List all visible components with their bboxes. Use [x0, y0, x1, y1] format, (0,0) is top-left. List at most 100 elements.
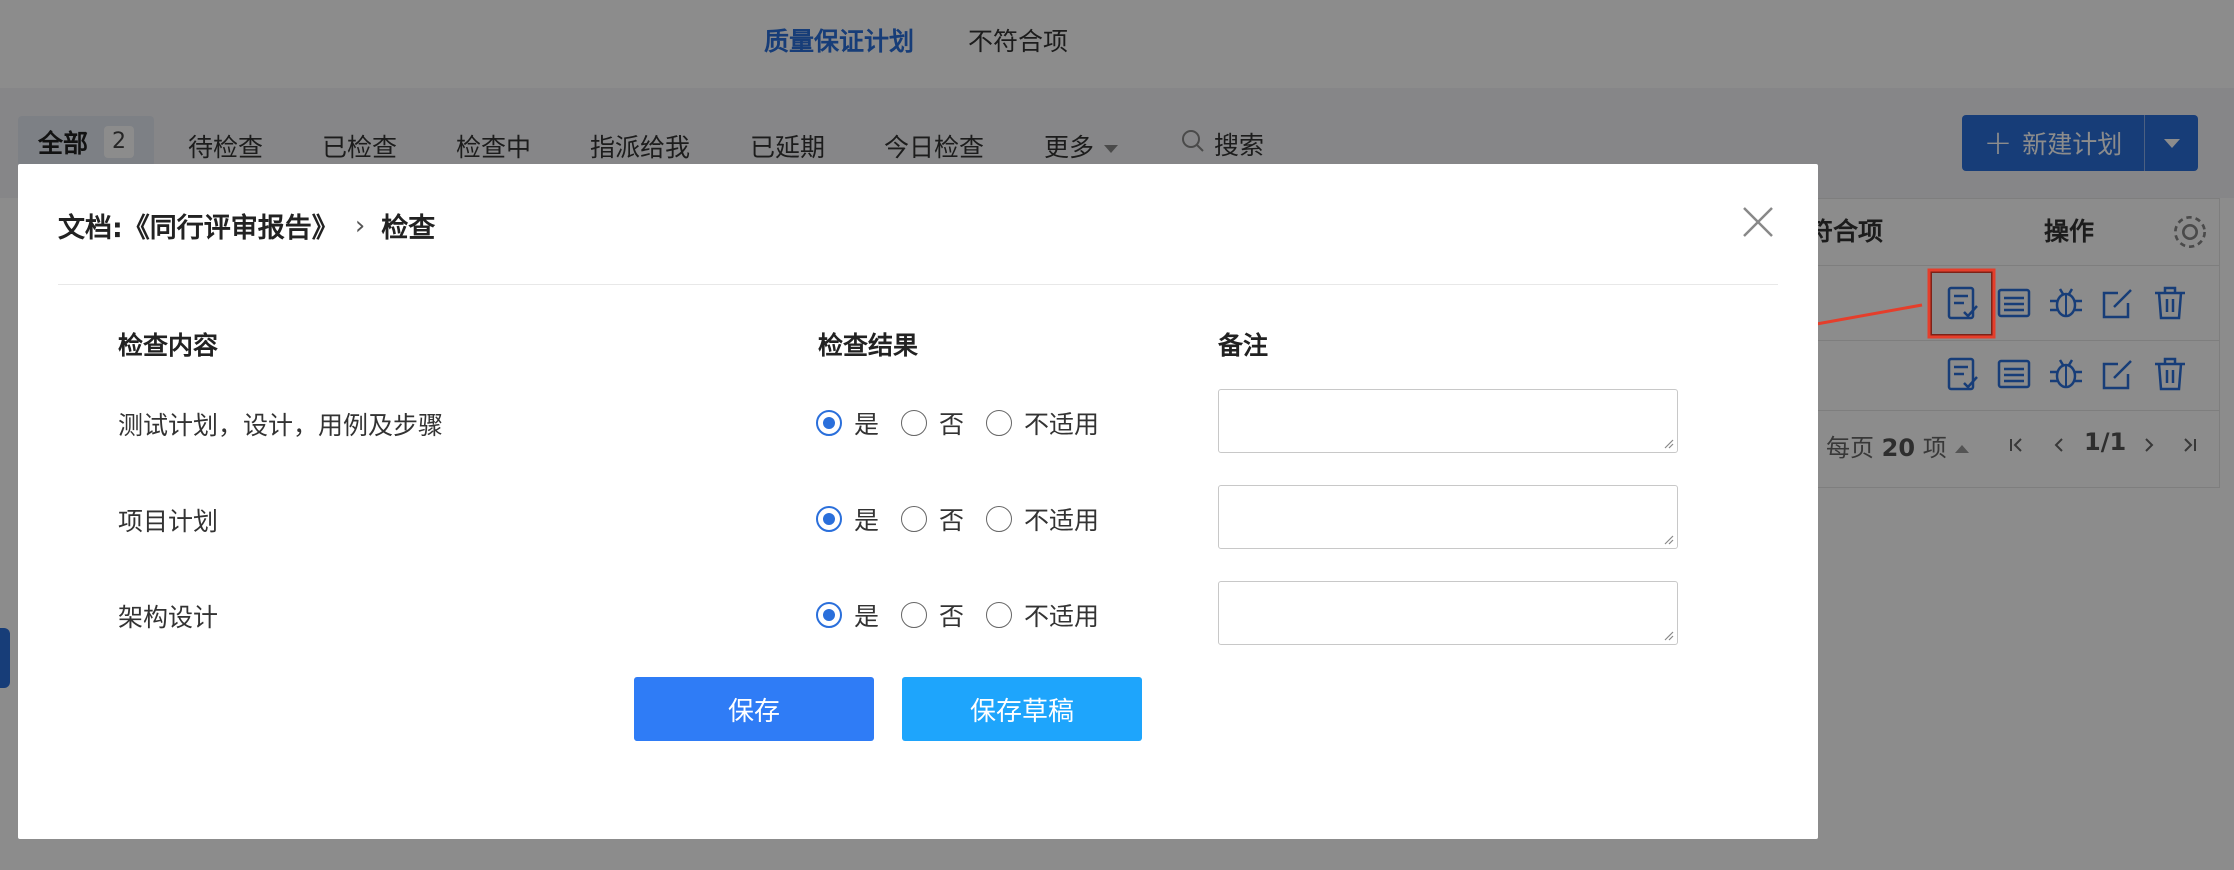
- page-size-selector[interactable]: 每页 20 项: [1826, 428, 1969, 463]
- radio-unchecked-icon: [986, 506, 1013, 532]
- save-draft-button[interactable]: 保存草稿: [902, 677, 1142, 741]
- search-label: 搜索: [1214, 131, 1265, 160]
- new-plan-button-group: + 新建计划: [1962, 115, 2198, 171]
- check-item-label: 测试计划，设计，用例及步骤: [118, 411, 444, 440]
- page-size-suffix: 项: [1922, 434, 1947, 462]
- radio-unchecked-icon: [986, 410, 1013, 436]
- radio-na[interactable]: 不适用: [986, 501, 1099, 537]
- radio-yes[interactable]: 是: [816, 405, 879, 441]
- radio-yes[interactable]: 是: [816, 597, 879, 633]
- page-indicator: 1/1: [2084, 428, 2126, 456]
- filter-delayed[interactable]: 已延期: [750, 128, 825, 164]
- tab-nonconformity[interactable]: 不符合项: [968, 22, 1068, 58]
- result-radio-group: 是 否 不适用: [816, 597, 1121, 633]
- radio-na[interactable]: 不适用: [986, 597, 1099, 633]
- bug-icon[interactable]: [2046, 354, 2086, 394]
- new-plan-label: 新建计划: [2022, 130, 2123, 159]
- radio-no[interactable]: 否: [901, 501, 964, 537]
- page-size-prefix: 每页: [1826, 434, 1874, 462]
- radio-no-label: 否: [939, 410, 965, 439]
- radio-na[interactable]: 不适用: [986, 405, 1099, 441]
- note-textarea[interactable]: [1218, 485, 1678, 549]
- prev-page-icon[interactable]: [2050, 432, 2068, 460]
- page-indicator-text: 1/1: [2084, 428, 2127, 456]
- radio-checked-icon: [816, 410, 842, 436]
- last-page-icon[interactable]: [2180, 432, 2198, 460]
- radio-no-label: 否: [939, 602, 965, 631]
- chevron-down-icon: [2163, 138, 2180, 148]
- column-header-nonconformity: 符合项: [1808, 217, 1884, 246]
- row-divider: [1795, 410, 2220, 411]
- filter-in-progress[interactable]: 检查中: [456, 128, 531, 164]
- plus-icon: +: [1983, 123, 2013, 163]
- radio-yes-label: 是: [854, 506, 880, 535]
- settings-gear-icon[interactable]: [2170, 212, 2206, 248]
- filter-checked[interactable]: 已检查: [322, 128, 397, 164]
- first-page-icon[interactable]: [2008, 432, 2026, 460]
- check-item-label: 架构设计: [118, 603, 219, 632]
- top-navigation: 质量保证计划 不符合项: [0, 0, 2234, 88]
- radio-unchecked-icon: [901, 506, 928, 532]
- list-icon[interactable]: [1994, 283, 2034, 323]
- radio-na-label: 不适用: [1024, 410, 1100, 439]
- list-icon[interactable]: [1994, 354, 2034, 394]
- column-header-content: 检查内容: [118, 331, 219, 360]
- next-page-icon[interactable]: [2140, 432, 2158, 460]
- breadcrumb-separator: ›: [354, 210, 366, 241]
- radio-no-label: 否: [939, 506, 965, 535]
- resize-grip-icon[interactable]: [1662, 437, 1674, 449]
- edit-icon[interactable]: [2098, 283, 2138, 323]
- column-header-result: 检查结果: [818, 331, 919, 360]
- column-header-note: 备注: [1218, 331, 1269, 360]
- result-radio-group: 是 否 不适用: [816, 501, 1121, 537]
- close-icon[interactable]: [1740, 204, 1776, 240]
- filter-all-label: 全部: [38, 128, 89, 158]
- radio-na-label: 不适用: [1024, 602, 1100, 631]
- search-trigger[interactable]: 搜索: [1180, 126, 1264, 162]
- save-button[interactable]: 保存: [634, 677, 874, 741]
- note-textarea[interactable]: [1218, 389, 1678, 453]
- radio-unchecked-icon: [901, 410, 928, 436]
- modal-title: 文档:《同行评审报告》 › 检查: [58, 206, 435, 245]
- check-item-label: 项目计划: [118, 507, 219, 536]
- filter-all[interactable]: 全部 2: [18, 116, 155, 167]
- annotation-highlight-box: [1929, 270, 1994, 337]
- resize-grip-icon[interactable]: [1662, 533, 1674, 545]
- radio-yes[interactable]: 是: [816, 501, 879, 537]
- filter-today[interactable]: 今日检查: [884, 128, 984, 164]
- inspection-modal: 文档:《同行评审报告》 › 检查 检查内容 检查结果 备注 测试计划，设计，用例…: [18, 164, 1818, 839]
- radio-checked-icon: [816, 602, 842, 628]
- row-divider: [1795, 340, 2220, 341]
- radio-yes-label: 是: [854, 410, 880, 439]
- radio-na-label: 不适用: [1024, 506, 1100, 535]
- radio-unchecked-icon: [901, 602, 928, 628]
- bug-icon[interactable]: [2046, 283, 2086, 323]
- new-plan-button[interactable]: + 新建计划: [1962, 115, 2144, 171]
- filter-pending[interactable]: 待检查: [188, 128, 263, 164]
- radio-yes-label: 是: [854, 602, 880, 631]
- check-doc-icon[interactable]: [1942, 354, 1982, 394]
- filter-more[interactable]: 更多: [1044, 128, 1119, 164]
- resize-grip-icon[interactable]: [1662, 629, 1674, 641]
- trash-icon[interactable]: [2150, 283, 2190, 323]
- modal-title-document: 文档:《同行评审报告》: [58, 213, 339, 244]
- new-plan-dropdown-toggle[interactable]: [2144, 115, 2198, 171]
- result-radio-group: 是 否 不适用: [816, 405, 1121, 441]
- filter-assigned-to-me[interactable]: 指派给我: [590, 128, 690, 164]
- modal-title-action: 检查: [381, 213, 436, 244]
- note-textarea[interactable]: [1218, 581, 1678, 645]
- column-header-actions: 操作: [2044, 217, 2095, 246]
- filter-all-count: 2: [104, 125, 135, 158]
- caret-up-icon: [1954, 445, 1969, 453]
- edit-icon[interactable]: [2098, 354, 2138, 394]
- radio-checked-icon: [816, 506, 842, 532]
- trash-icon[interactable]: [2150, 354, 2190, 394]
- radio-unchecked-icon: [986, 602, 1013, 628]
- radio-no[interactable]: 否: [901, 405, 964, 441]
- filter-more-label: 更多: [1044, 133, 1095, 162]
- modal-divider: [58, 284, 1778, 285]
- tab-quality-plan[interactable]: 质量保证计划: [764, 22, 914, 58]
- caret-down-icon: [1104, 145, 1119, 153]
- sidebar-collapse-handle[interactable]: [0, 628, 10, 688]
- radio-no[interactable]: 否: [901, 597, 964, 633]
